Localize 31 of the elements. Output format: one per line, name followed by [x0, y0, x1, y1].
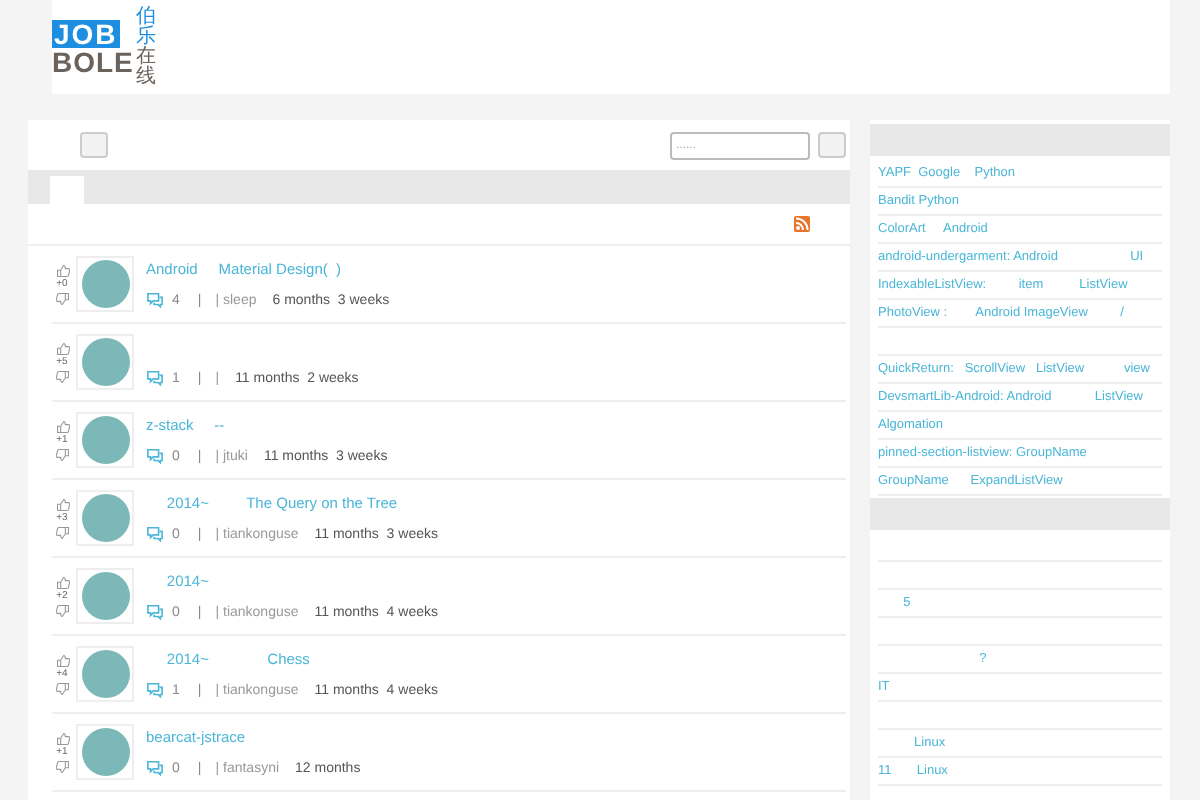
thumbs-down-icon[interactable]: [55, 603, 69, 617]
avatar-drawing[interactable]: [76, 646, 134, 702]
avatar-drawing[interactable]: [76, 568, 134, 624]
comment-icon: [146, 760, 164, 776]
comment-icon: [146, 682, 164, 698]
avatar-drawing[interactable]: [76, 724, 134, 780]
menu-button[interactable]: [80, 132, 108, 158]
avatar-drawing[interactable]: [76, 490, 134, 546]
comment-icon: [146, 448, 164, 464]
avatar-drawing[interactable]: [76, 334, 134, 390]
comment-icon: [146, 292, 164, 308]
thumbs-down-icon[interactable]: [55, 447, 69, 461]
thumbs-down-icon[interactable]: [55, 681, 69, 695]
thumbs-up-icon[interactable]: [55, 653, 69, 667]
thumbs-up-icon[interactable]: [55, 341, 69, 355]
thumbs-down-icon[interactable]: [55, 291, 69, 305]
thumbs-up-icon[interactable]: [55, 575, 69, 589]
comment-icon: [146, 604, 164, 620]
thumbs-up-icon[interactable]: [55, 419, 69, 433]
thumbs-down-icon[interactable]: [55, 759, 69, 773]
thumbs-up-icon[interactable]: [55, 263, 69, 277]
thumbs-up-icon[interactable]: [55, 497, 69, 511]
thumbs-down-icon[interactable]: [55, 525, 69, 539]
rss-icon[interactable]: [794, 216, 810, 232]
thumbs-up-icon[interactable]: [55, 731, 69, 745]
comment-icon: [146, 526, 164, 542]
avatar-drawing[interactable]: [76, 256, 134, 312]
thumbs-down-icon[interactable]: [55, 369, 69, 383]
comment-icon: [146, 370, 164, 386]
avatar-drawing[interactable]: [76, 412, 134, 468]
search-button[interactable]: [818, 132, 846, 158]
